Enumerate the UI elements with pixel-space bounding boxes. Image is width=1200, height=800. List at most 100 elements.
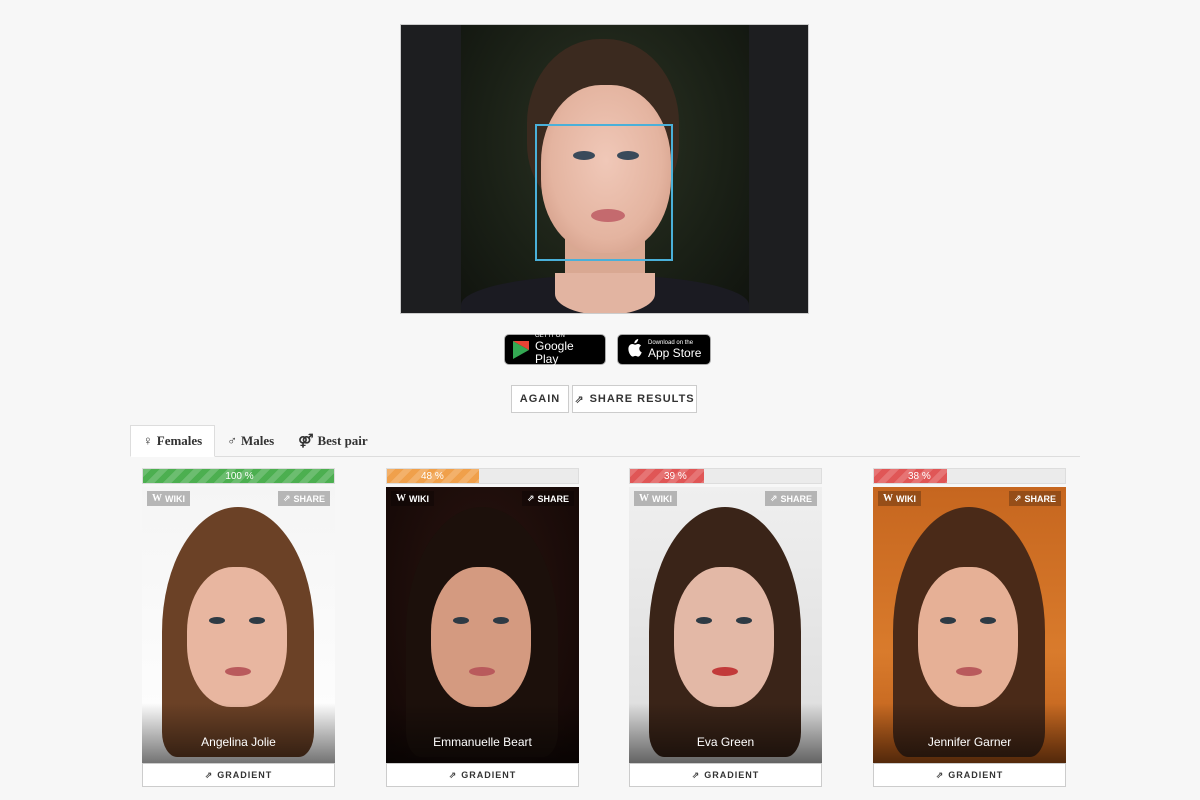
wiki-label: WIKI [896, 493, 916, 504]
wiki-button[interactable]: W WIKI [147, 491, 190, 506]
photo-face [918, 567, 1018, 707]
share-icon: ⇗ [448, 769, 458, 780]
apple-icon [626, 339, 642, 360]
face-detection-box [535, 124, 673, 261]
result-card: 39 % Eva Green W WIKI ⇗ SHARE ⇗ GRADIENT [629, 468, 822, 788]
photo-eye-right [980, 617, 996, 624]
celebrity-photo[interactable]: Angelina Jolie W WIKI ⇗ SHARE [142, 487, 335, 763]
similarity-bar: 39 % [629, 468, 822, 484]
female-icon: ♀ [143, 433, 153, 448]
google-play-icon [513, 340, 529, 359]
tab-males[interactable]: ♂ Males [215, 425, 286, 457]
wiki-label: WIKI [165, 493, 185, 504]
photo-eye-left [696, 617, 712, 624]
share-icon: ⇗ [574, 393, 585, 406]
wikipedia-icon: W [639, 493, 649, 504]
tab-females-label: Females [156, 433, 203, 448]
app-store-badge[interactable]: Download on the App Store [617, 334, 711, 365]
gradient-label: GRADIENT [217, 770, 273, 780]
gradient-button[interactable]: ⇗ GRADIENT [629, 763, 822, 787]
similarity-bar: 38 % [873, 468, 1066, 484]
photo-shade [142, 703, 335, 763]
wiki-button[interactable]: W WIKI [391, 491, 434, 506]
gradient-label: GRADIENT [704, 770, 760, 780]
photo-share-button[interactable]: ⇗ SHARE [764, 491, 817, 506]
photo-eye-left [453, 617, 469, 624]
gender-tabs: ♀ Females ♂ Males ⚤ Best pair [130, 425, 1080, 457]
photo-eye-right [493, 617, 509, 624]
share-results-button[interactable]: ⇗ SHARE RESULTS [572, 385, 697, 413]
app-store-big-text: App Store [648, 345, 702, 360]
photo-chest [555, 273, 655, 313]
google-play-badge[interactable]: GET IT ON Google Play [504, 333, 606, 366]
google-play-big-text: Google Play [535, 339, 574, 366]
similarity-bar: 100 % [142, 468, 335, 484]
share-icon: ⇗ [769, 493, 778, 503]
wikipedia-icon: W [396, 493, 406, 504]
celebrity-name: Emmanuelle Beart [433, 735, 532, 749]
photo-eye-right [249, 617, 265, 624]
photo-face [674, 567, 774, 707]
similarity-bar: 48 % [386, 468, 579, 484]
photo-lips [225, 667, 251, 676]
photo-share-button[interactable]: ⇗ SHARE [277, 491, 330, 506]
share-icon: ⇗ [691, 769, 701, 780]
again-button[interactable]: AGAIN [511, 385, 569, 413]
wiki-label: WIKI [409, 493, 429, 504]
tab-best-pair-label: Best pair [317, 433, 368, 448]
gradient-label: GRADIENT [461, 770, 517, 780]
photo-share-label: SHARE [1024, 493, 1056, 504]
photo-lips [956, 667, 982, 676]
photo-eye-right [736, 617, 752, 624]
photo-share-button[interactable]: ⇗ SHARE [1008, 491, 1061, 506]
gradient-button[interactable]: ⇗ GRADIENT [142, 763, 335, 787]
photo-shade [873, 703, 1066, 763]
wiki-button[interactable]: W WIKI [634, 491, 677, 506]
photo-eye-left [940, 617, 956, 624]
share-icon: ⇗ [526, 493, 535, 503]
tab-best-pair[interactable]: ⚤ Best pair [286, 425, 379, 457]
tab-females[interactable]: ♀ Females [130, 425, 216, 457]
celebrity-photo[interactable]: Emmanuelle Beart W WIKI ⇗ SHARE [386, 487, 579, 763]
celebrity-name: Jennifer Garner [927, 735, 1012, 749]
share-results-label: SHARE RESULTS [589, 393, 695, 405]
wikipedia-icon: W [883, 493, 893, 504]
similarity-percent: 38 % [908, 471, 931, 482]
photo-eye-left [209, 617, 225, 624]
share-icon: ⇗ [1013, 493, 1022, 503]
result-card: 48 % Emmanuelle Beart W WIKI ⇗ SHARE ⇗ G… [386, 468, 579, 788]
again-label: AGAIN [519, 393, 561, 405]
photo-face [431, 567, 531, 707]
tab-males-label: Males [240, 433, 275, 448]
photo-shade [629, 703, 822, 763]
male-icon: ♂ [227, 433, 237, 448]
wikipedia-icon: W [152, 493, 162, 504]
photo-face [187, 567, 287, 707]
photo-lips [469, 667, 495, 676]
gradient-button[interactable]: ⇗ GRADIENT [873, 763, 1066, 787]
photo-lips [712, 667, 738, 676]
share-icon: ⇗ [204, 769, 214, 780]
photo-share-button[interactable]: ⇗ SHARE [521, 491, 574, 506]
share-icon: ⇗ [282, 493, 291, 503]
photo-share-label: SHARE [293, 493, 325, 504]
wiki-button[interactable]: W WIKI [878, 491, 921, 506]
celebrity-name: Eva Green [696, 735, 755, 749]
celebrity-photo[interactable]: Eva Green W WIKI ⇗ SHARE [629, 487, 822, 763]
wiki-label: WIKI [652, 493, 672, 504]
celebrity-name: Angelina Jolie [201, 735, 276, 749]
photo-share-label: SHARE [537, 493, 569, 504]
photo-shade [386, 703, 579, 763]
share-icon: ⇗ [935, 769, 945, 780]
gradient-label: GRADIENT [948, 770, 1004, 780]
celebrity-photo[interactable]: Jennifer Garner W WIKI ⇗ SHARE [873, 487, 1066, 763]
similarity-percent: 39 % [664, 471, 687, 482]
result-card: 100 % Angelina Jolie W WIKI ⇗ SHARE ⇗ GR… [142, 468, 335, 788]
photo-share-label: SHARE [780, 493, 812, 504]
similarity-percent: 100 % [225, 471, 254, 482]
uploaded-photo [400, 24, 809, 314]
pair-icon: ⚤ [298, 433, 314, 448]
result-card: 38 % Jennifer Garner W WIKI ⇗ SHARE ⇗ GR… [873, 468, 1066, 788]
gradient-button[interactable]: ⇗ GRADIENT [386, 763, 579, 787]
similarity-percent: 48 % [421, 471, 444, 482]
